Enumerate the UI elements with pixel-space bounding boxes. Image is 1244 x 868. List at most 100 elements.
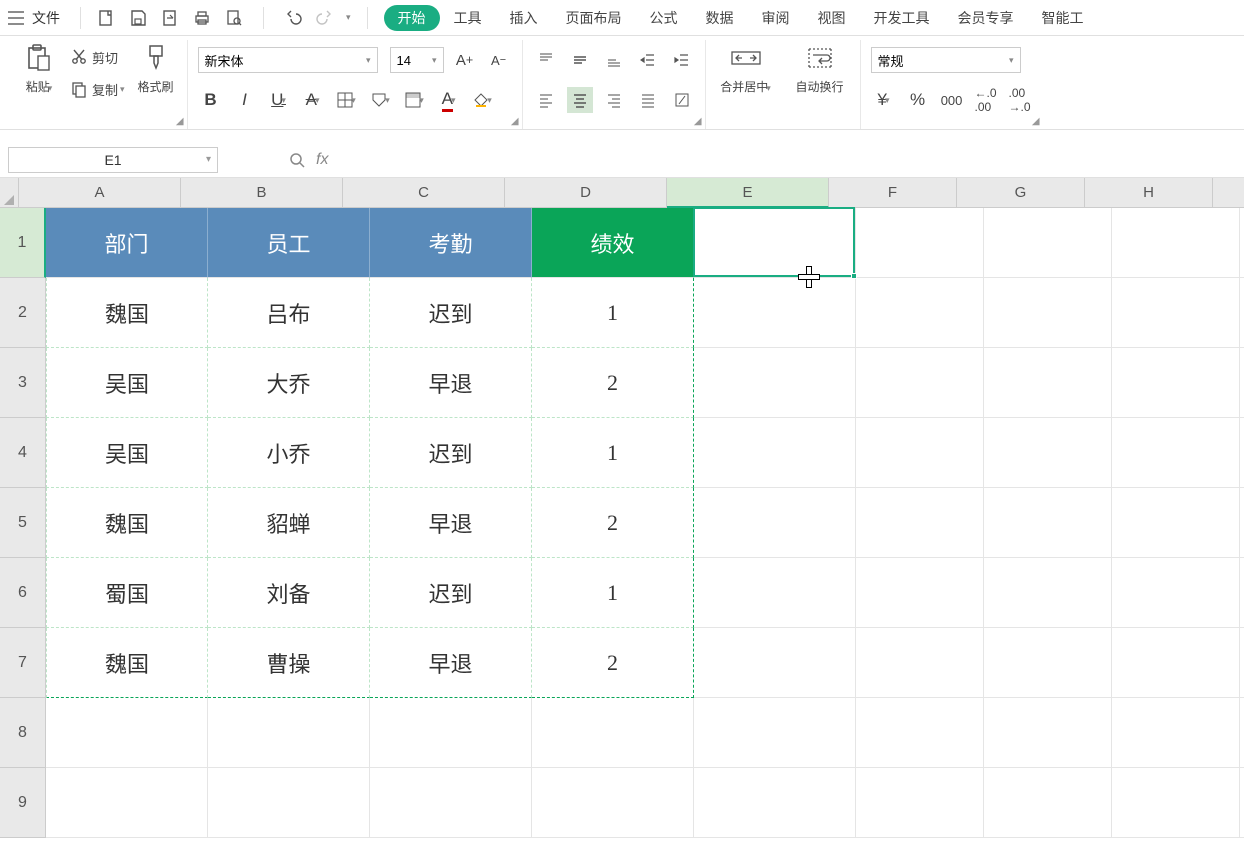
tab-tools[interactable]: 工具 [440, 4, 496, 32]
cell-A9[interactable] [46, 768, 208, 838]
cell-C7[interactable]: 早退 [370, 628, 532, 698]
percent-button[interactable]: % [905, 87, 931, 113]
cell-G9[interactable] [984, 768, 1112, 838]
decrease-font-button[interactable]: A− [486, 47, 512, 73]
cell-F9[interactable] [856, 768, 984, 838]
cell-F8[interactable] [856, 698, 984, 768]
tab-developer[interactable]: 开发工具 [860, 4, 944, 32]
cell-I4[interactable] [1240, 418, 1244, 488]
cell-I6[interactable] [1240, 558, 1244, 628]
cell-G8[interactable] [984, 698, 1112, 768]
save-icon[interactable] [129, 9, 147, 27]
column-header-D[interactable]: D [505, 178, 667, 208]
tab-smart[interactable]: 智能工 [1028, 4, 1098, 32]
cell-I2[interactable] [1240, 278, 1244, 348]
align-left-button[interactable] [533, 87, 559, 113]
decrease-indent-button[interactable] [635, 47, 661, 73]
cell-I7[interactable] [1240, 628, 1244, 698]
cell-G7[interactable] [984, 628, 1112, 698]
borders-button[interactable]: ▾ [334, 87, 360, 113]
font-launcher-icon[interactable]: ◢ [511, 116, 519, 127]
column-header-A[interactable]: A [19, 178, 181, 208]
decrease-decimal-button[interactable]: .00→.0 [1007, 87, 1033, 113]
row-header-2[interactable]: 2 [0, 278, 46, 348]
cell-H5[interactable] [1112, 488, 1240, 558]
cell-F1[interactable] [856, 208, 984, 278]
number-format-select[interactable]: 常规▾ [871, 47, 1021, 73]
cell-A8[interactable] [46, 698, 208, 768]
alignment-launcher-icon[interactable]: ◢ [694, 116, 702, 127]
undo-icon[interactable] [284, 9, 302, 27]
cell-C5[interactable]: 早退 [370, 488, 532, 558]
export-icon[interactable] [161, 9, 179, 27]
cell-B8[interactable] [208, 698, 370, 768]
tab-member[interactable]: 会员专享 [944, 4, 1028, 32]
cell-H8[interactable] [1112, 698, 1240, 768]
search-icon[interactable] [288, 151, 306, 169]
cell-E1[interactable] [694, 208, 856, 278]
cell-G2[interactable] [984, 278, 1112, 348]
auto-wrap-button[interactable]: 自动换行 [790, 40, 850, 95]
orientation-button[interactable] [669, 87, 695, 113]
cell-H9[interactable] [1112, 768, 1240, 838]
cell-B5[interactable]: 貂蝉 [208, 488, 370, 558]
tab-insert[interactable]: 插入 [496, 4, 552, 32]
cell-D9[interactable] [532, 768, 694, 838]
cell-D4[interactable]: 1 [532, 418, 694, 488]
tab-start[interactable]: 开始 [384, 5, 440, 31]
cell-C3[interactable]: 早退 [370, 348, 532, 418]
paste-button[interactable]: 粘贴▾ [18, 40, 60, 95]
cell-B1[interactable]: 员工 [208, 208, 370, 278]
italic-button[interactable]: I [232, 87, 258, 113]
cell-D2[interactable]: 1 [532, 278, 694, 348]
number-launcher-icon[interactable]: ◢ [1032, 116, 1040, 127]
cell-E7[interactable] [694, 628, 856, 698]
redo-icon[interactable] [316, 9, 334, 27]
font-color-button[interactable]: A▾ [436, 87, 462, 113]
row-header-6[interactable]: 6 [0, 558, 46, 628]
justify-button[interactable] [635, 87, 661, 113]
new-icon[interactable] [97, 9, 115, 27]
cell-A1[interactable]: 部门 [46, 208, 208, 278]
cell-C1[interactable]: 考勤 [370, 208, 532, 278]
merge-center-button[interactable]: 合并居中▾ [716, 40, 776, 95]
cell-D6[interactable]: 1 [532, 558, 694, 628]
cell-B4[interactable]: 小乔 [208, 418, 370, 488]
format-painter-button[interactable]: 格式刷 [135, 40, 177, 95]
cell-H1[interactable] [1112, 208, 1240, 278]
copy-button[interactable]: 复制▾ [70, 78, 125, 100]
preview-icon[interactable] [225, 9, 243, 27]
row-header-8[interactable]: 8 [0, 698, 46, 768]
cell-E3[interactable] [694, 348, 856, 418]
column-header-F[interactable]: F [829, 178, 957, 208]
increase-font-button[interactable]: A+ [452, 47, 478, 73]
select-all-corner[interactable] [0, 178, 19, 208]
tab-view[interactable]: 视图 [804, 4, 860, 32]
bold-button[interactable]: B [198, 87, 224, 113]
formula-input[interactable] [328, 147, 1236, 173]
cell-F6[interactable] [856, 558, 984, 628]
comma-button[interactable]: 000 [939, 87, 965, 113]
column-header-E[interactable]: E [667, 178, 829, 208]
cell-F2[interactable] [856, 278, 984, 348]
file-menu[interactable]: 文件 [32, 8, 60, 28]
cell-B6[interactable]: 刘备 [208, 558, 370, 628]
hamburger-icon[interactable] [8, 10, 24, 26]
column-header-B[interactable]: B [181, 178, 343, 208]
cell-B3[interactable]: 大乔 [208, 348, 370, 418]
cell-H4[interactable] [1112, 418, 1240, 488]
cell-I5[interactable] [1240, 488, 1244, 558]
cell-F3[interactable] [856, 348, 984, 418]
align-bottom-button[interactable] [601, 47, 627, 73]
cell-E4[interactable] [694, 418, 856, 488]
cell-H2[interactable] [1112, 278, 1240, 348]
cell-H6[interactable] [1112, 558, 1240, 628]
font-name-select[interactable]: 新宋体▾ [198, 47, 378, 73]
print-icon[interactable] [193, 9, 211, 27]
cells-area[interactable]: 部门员工考勤绩效魏国吕布迟到1吴国大乔早退2吴国小乔迟到1魏国貂蝉早退2蜀国刘备… [46, 208, 1244, 838]
currency-button[interactable]: ¥▾ [871, 87, 897, 113]
cell-style-button[interactable]: ▾ [402, 87, 428, 113]
cell-C8[interactable] [370, 698, 532, 768]
cell-A3[interactable]: 吴国 [46, 348, 208, 418]
underline-button[interactable]: U▾ [266, 87, 292, 113]
